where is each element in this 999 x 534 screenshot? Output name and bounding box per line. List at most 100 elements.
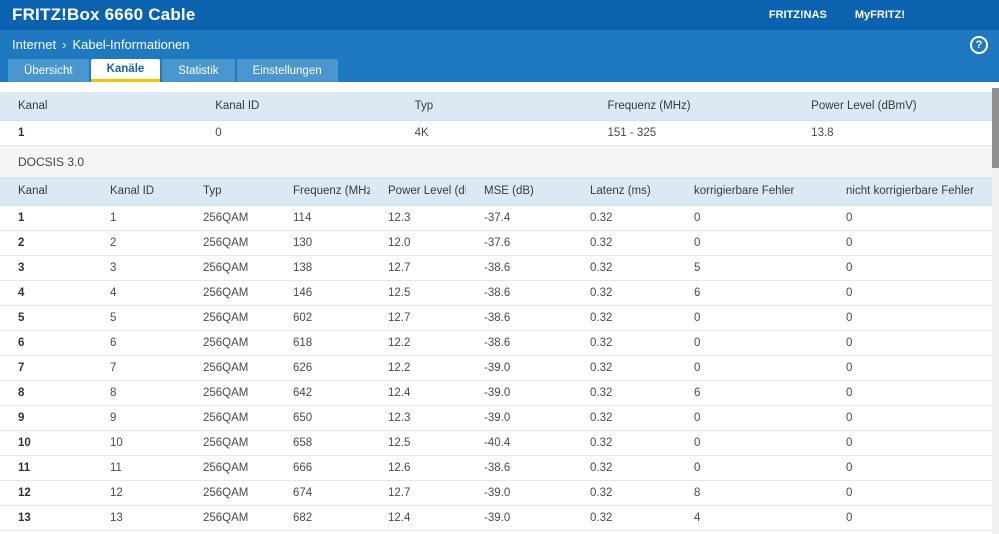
- table-cell: 256QAM: [185, 480, 275, 506]
- table-cell: 5: [0, 305, 92, 331]
- table-cell: 130: [275, 230, 370, 256]
- table-cell: 682: [275, 505, 370, 531]
- table-cell: 12.7: [370, 255, 466, 281]
- table-row: 11 11 256QAM 666 12.6 -38.6 0.32 0 0: [0, 455, 999, 481]
- table-cell: 12.6: [370, 455, 466, 481]
- table-cell: 4: [676, 505, 828, 531]
- table-cell: 3: [0, 255, 92, 281]
- table-cell: 0: [676, 205, 828, 231]
- tab-kanaele[interactable]: Kanäle: [90, 59, 161, 82]
- table-cell: 256QAM: [185, 205, 275, 231]
- table-cell: 0: [828, 355, 999, 381]
- table-row: 3 3 256QAM 138 12.7 -38.6 0.32 5 0: [0, 255, 999, 281]
- breadcrumb-separator-icon: ›: [62, 37, 67, 52]
- breadcrumb-page: Kabel-Informationen: [72, 37, 190, 52]
- table-cell: 0: [828, 405, 999, 431]
- table-cell: 12.3: [370, 405, 466, 431]
- table-cell: 0: [828, 430, 999, 456]
- section-label-docsis30: DOCSIS 3.0: [0, 146, 999, 177]
- table-cell: 0: [828, 455, 999, 481]
- scrollbar[interactable]: [992, 88, 999, 534]
- breadcrumb-section[interactable]: Internet: [12, 37, 56, 52]
- table-cell: 0.32: [572, 505, 676, 531]
- docsis31-table: Kanal Kanal ID Typ Frequenz (MHz) Power Leve…: [0, 92, 999, 146]
- table-cell: 0: [676, 430, 828, 456]
- table-cell: 12: [92, 480, 185, 506]
- table-cell: 0: [676, 305, 828, 331]
- table-cell: 0.32: [572, 480, 676, 506]
- table-cell: 12.2: [370, 330, 466, 356]
- column-header: Kanal: [0, 92, 198, 121]
- column-header: Power Level (dBmV): [370, 177, 466, 206]
- table-cell: 11: [0, 455, 92, 481]
- table-cell: 1: [0, 120, 198, 146]
- table-cell: -38.6: [466, 255, 572, 281]
- table-cell: -39.0: [466, 380, 572, 406]
- table-cell: 256QAM: [185, 355, 275, 381]
- table-cell: 0.32: [572, 405, 676, 431]
- column-header: Frequenz (MHz): [275, 177, 370, 206]
- table-row: 12 12 256QAM 674 12.7 -39.0 0.32 8 0: [0, 480, 999, 506]
- table-cell: 674: [275, 480, 370, 506]
- table-cell: 1: [92, 205, 185, 231]
- column-header: Kanal ID: [92, 177, 185, 206]
- table-cell: 5: [676, 255, 828, 281]
- table-cell: 6: [0, 330, 92, 356]
- table-cell: 0.32: [572, 330, 676, 356]
- table-cell: 114: [275, 205, 370, 231]
- table-cell: 0: [197, 120, 397, 146]
- table-cell: 4: [92, 280, 185, 306]
- table-cell: 0: [676, 330, 828, 356]
- table-cell: 0: [828, 305, 999, 331]
- table-cell: 4K: [396, 120, 590, 146]
- table-cell: 0: [828, 205, 999, 231]
- table-row: 7 7 256QAM 626 12.2 -39.0 0.32 0 0: [0, 355, 999, 381]
- table-row: 6 6 256QAM 618 12.2 -38.6 0.32 0 0: [0, 330, 999, 356]
- table-cell: 0: [828, 330, 999, 356]
- table-cell: 12.7: [370, 480, 466, 506]
- table-cell: 0: [676, 455, 828, 481]
- table-cell: 4: [0, 280, 92, 306]
- table-cell: 0.32: [572, 255, 676, 281]
- table-cell: 256QAM: [185, 280, 275, 306]
- table-cell: 5: [92, 305, 185, 331]
- column-header: Kanal ID: [197, 92, 397, 121]
- table-cell: 10: [0, 430, 92, 456]
- help-icon[interactable]: ?: [970, 35, 988, 54]
- table-cell: 12: [0, 480, 92, 506]
- table-row: 13 13 256QAM 682 12.4 -39.0 0.32 4 0: [0, 505, 999, 531]
- scrollbar-thumb[interactable]: [992, 88, 999, 168]
- table-row: 9 9 256QAM 650 12.3 -39.0 0.32 0 0: [0, 405, 999, 431]
- table-cell: 8: [676, 480, 828, 506]
- table-cell: 12.2: [370, 355, 466, 381]
- table-cell: -39.0: [466, 405, 572, 431]
- table-cell: 618: [275, 330, 370, 356]
- fritznas-link[interactable]: FRITZ!NAS: [769, 9, 827, 21]
- table-cell: 0.32: [572, 455, 676, 481]
- table-cell: 0: [828, 255, 999, 281]
- table-cell: 602: [275, 305, 370, 331]
- table-cell: 650: [275, 405, 370, 431]
- table-row: 1 1 256QAM 114 12.3 -37.4 0.32 0 0: [0, 205, 999, 231]
- table-cell: 8: [0, 380, 92, 406]
- tab-einstellungen[interactable]: Einstellungen: [236, 59, 338, 82]
- table-cell: 1: [0, 205, 92, 231]
- table-cell: 256QAM: [185, 255, 275, 281]
- table-cell: 0.32: [572, 280, 676, 306]
- table-cell: -38.6: [466, 455, 572, 481]
- table-cell: 12.5: [370, 430, 466, 456]
- table-cell: 0: [828, 480, 999, 506]
- tab-uebersicht[interactable]: Übersicht: [8, 59, 89, 82]
- table-cell: 256QAM: [185, 405, 275, 431]
- table-cell: -39.0: [466, 505, 572, 531]
- column-header: Frequenz (MHz): [589, 92, 794, 121]
- table-cell: 138: [275, 255, 370, 281]
- app-title: FRITZ!Box 6660 Cable: [12, 5, 196, 24]
- tab-statistik[interactable]: Statistik: [162, 59, 235, 82]
- top-links: FRITZ!NAS MyFRITZ!: [769, 9, 999, 21]
- table-cell: 8: [92, 380, 185, 406]
- myfritz-link[interactable]: MyFRITZ!: [855, 9, 905, 21]
- table-cell: 9: [92, 405, 185, 431]
- table-cell: -39.0: [466, 355, 572, 381]
- table-cell: 10: [92, 430, 185, 456]
